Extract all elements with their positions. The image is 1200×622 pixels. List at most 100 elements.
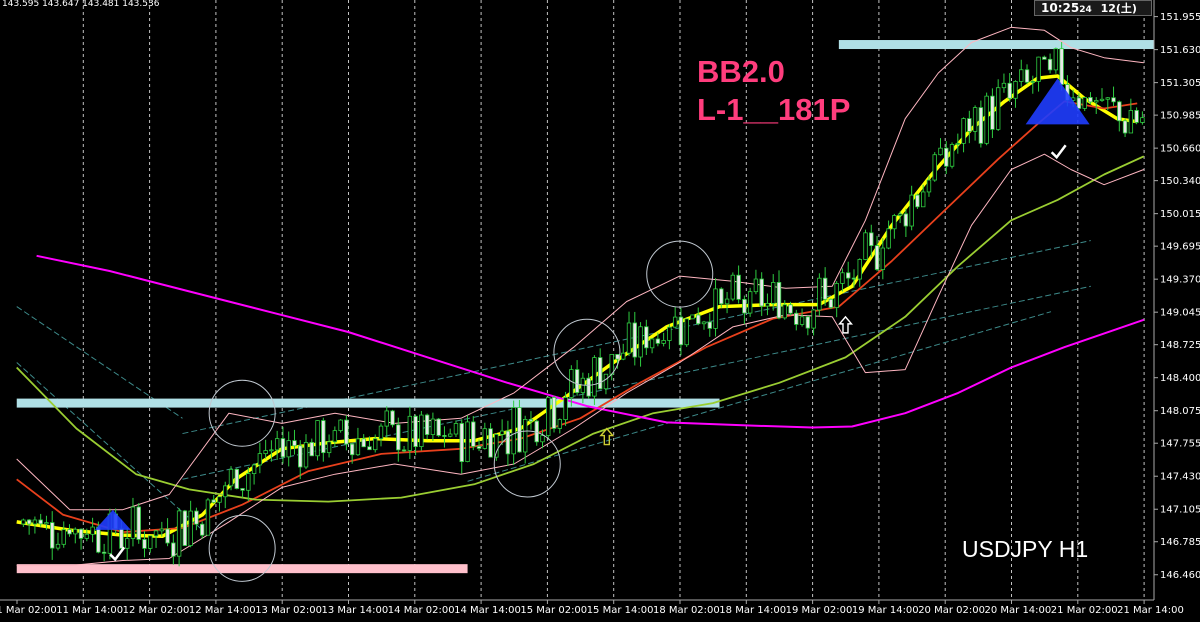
y-tick-label: 146.460: [1160, 570, 1200, 581]
candle-body: [38, 519, 43, 525]
x-tick-label: 12 Mar 02:00: [123, 605, 190, 616]
y-tick-label: 147.755: [1160, 439, 1200, 450]
annotation-lot: L-1__181P: [697, 92, 851, 127]
candle-body: [459, 423, 464, 463]
candle-body: [546, 397, 551, 436]
candle-body: [955, 142, 961, 145]
y-tick-label: 149.695: [1160, 242, 1200, 253]
x-tick-label: 21 Mar 14:00: [1117, 605, 1184, 616]
y-tick-label: 150.985: [1160, 111, 1200, 122]
candle-body: [407, 415, 413, 451]
candle-body: [257, 453, 263, 466]
candle-body: [805, 316, 811, 329]
candle-body: [938, 147, 943, 156]
candle-body: [713, 288, 718, 329]
candle-body: [21, 519, 26, 525]
candle-body: [396, 424, 401, 451]
candle-body: [55, 543, 61, 549]
candle-body: [967, 118, 972, 132]
candle-body: [840, 272, 845, 284]
candle-body: [932, 154, 937, 181]
x-tick-label: 15 Mar 02:00: [520, 605, 587, 616]
candle-body: [972, 107, 978, 132]
candle-body: [176, 510, 182, 557]
candle-body: [834, 283, 839, 308]
candle-body: [1036, 56, 1041, 82]
horizontal-level-line[interactable]: [838, 40, 1154, 50]
candle-body: [436, 418, 441, 436]
candle-body: [655, 338, 661, 344]
candle-body: [753, 278, 759, 293]
candle-body: [488, 428, 493, 458]
candle-body: [505, 430, 511, 455]
candle-body: [26, 519, 32, 525]
candle-body: [448, 433, 453, 437]
candle-body: [367, 446, 372, 451]
y-tick-label: 148.400: [1160, 373, 1200, 384]
candle-body: [644, 326, 649, 349]
candle-body: [776, 282, 782, 319]
x-tick-label: 19 Mar 02:00: [786, 605, 853, 616]
candle-body: [465, 421, 470, 463]
y-tick-label: 151.305: [1160, 78, 1200, 89]
candle-body: [171, 542, 176, 557]
candle-body: [1082, 97, 1087, 109]
candle-body: [101, 551, 107, 554]
candle-body: [597, 357, 603, 390]
horizontal-level-line[interactable]: [16, 564, 468, 574]
candle-body: [632, 322, 637, 358]
candle-body: [736, 274, 741, 300]
annotation-bb: BB2.0: [697, 54, 785, 89]
candle-body: [453, 423, 459, 435]
candle-body: [811, 309, 816, 329]
candle-body: [522, 418, 528, 453]
candle-body: [949, 144, 955, 167]
candle-body: [557, 419, 563, 429]
candle-body: [528, 418, 534, 422]
candle-body: [667, 326, 672, 341]
candle-body: [78, 528, 84, 539]
candle-body: [234, 468, 239, 489]
candle-body: [1059, 48, 1064, 85]
candle-body: [701, 321, 707, 325]
candle-body: [401, 449, 407, 452]
candle-body: [747, 291, 753, 314]
candle-body: [649, 338, 655, 349]
horizontal-level-line[interactable]: [16, 398, 720, 408]
candle-body: [1007, 82, 1012, 99]
candle-body: [615, 354, 620, 360]
candle-body: [1140, 117, 1145, 123]
x-tick-label: 14 Mar 02:00: [388, 605, 455, 616]
candle-body: [897, 213, 903, 216]
candle-body: [771, 282, 776, 304]
candle-body: [1099, 98, 1105, 101]
candle-body: [223, 485, 228, 498]
x-tick-label: 12 Mar 14:00: [189, 605, 256, 616]
x-tick-label: 14 Mar 14:00: [454, 605, 521, 616]
candle-body: [211, 499, 216, 503]
candle-body: [915, 194, 920, 208]
candle-body: [534, 420, 539, 443]
y-tick-label: 147.430: [1160, 472, 1200, 483]
candle-body: [799, 316, 805, 325]
candle-body: [148, 535, 153, 549]
candle-body: [298, 445, 303, 468]
candle-body: [759, 278, 764, 307]
candle-body: [909, 194, 914, 227]
y-tick-label: 150.340: [1160, 176, 1200, 187]
candle-body: [874, 245, 880, 270]
candle-body: [390, 410, 395, 426]
candle-body: [332, 430, 338, 443]
candle-body: [586, 377, 591, 397]
candle-body: [349, 443, 355, 456]
price-chart[interactable]: 151.955 151.630 151.305 150.985 150.660 150.3…: [0, 0, 1200, 622]
candle-body: [696, 314, 701, 325]
candle-body: [378, 425, 384, 440]
candle-body: [978, 107, 984, 144]
candle-body: [984, 95, 989, 144]
candle-body: [995, 87, 1001, 130]
candle-body: [188, 510, 193, 546]
candle-body: [886, 228, 891, 249]
candle-body: [719, 288, 724, 305]
candle-body: [892, 215, 897, 230]
